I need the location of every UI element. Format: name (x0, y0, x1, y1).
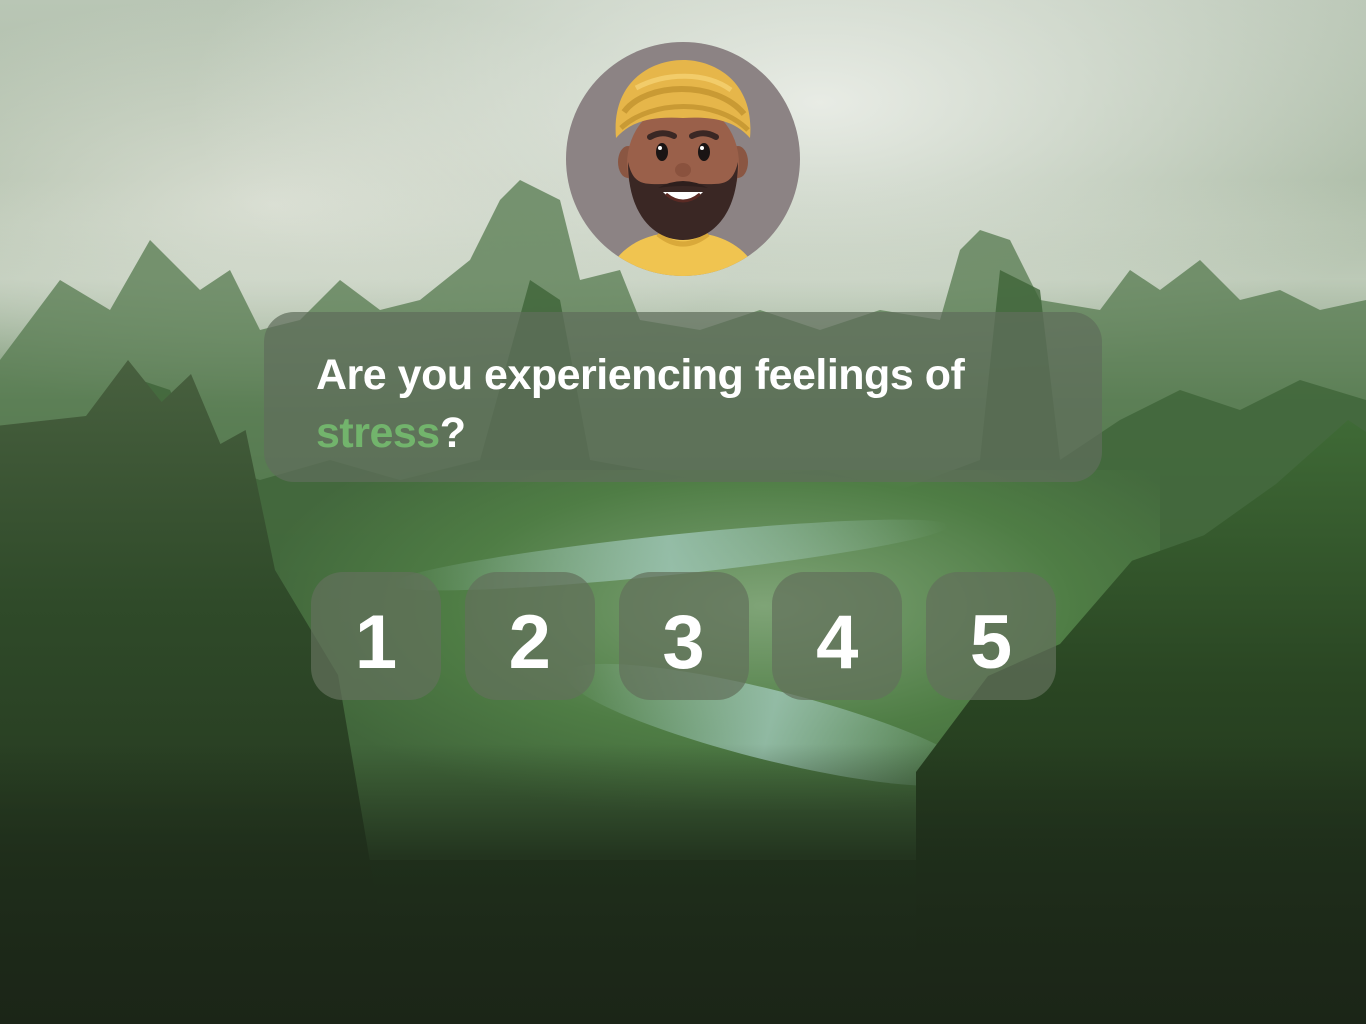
avatar (566, 42, 800, 276)
rating-label: 3 (662, 599, 705, 685)
rating-button-4[interactable]: 4 (772, 572, 903, 700)
question-card: Are you experiencing feelings of stress? (264, 312, 1102, 482)
question-suffix: ? (439, 409, 466, 457)
rating-scale: 1 2 3 4 5 (311, 572, 1056, 700)
forest-foreground (0, 744, 1366, 1024)
rating-label: 1 (354, 599, 398, 685)
rating-label: 4 (816, 599, 859, 685)
rating-button-1[interactable]: 1 (311, 572, 441, 700)
rating-label: 2 (508, 599, 551, 685)
rating-button-2[interactable]: 2 (464, 572, 595, 700)
question-prefix: Are you experiencing feelings of (316, 351, 965, 399)
avatar-turban-man-icon (606, 60, 760, 276)
rating-label: 5 (969, 599, 1013, 685)
rating-button-5[interactable]: 5 (926, 572, 1056, 700)
question-highlight: stress (316, 409, 440, 457)
rating-button-3[interactable]: 3 (618, 572, 749, 700)
question-text: Are you experiencing feelings of stress? (316, 346, 1050, 462)
